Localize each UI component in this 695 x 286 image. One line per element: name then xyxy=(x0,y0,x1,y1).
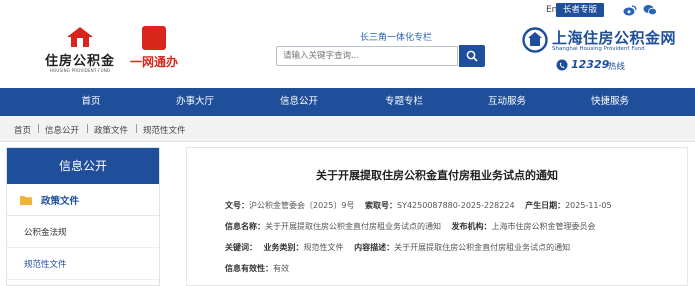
doc-number-label: 文号： xyxy=(225,201,249,210)
breadcrumb-separator: | xyxy=(37,124,40,134)
brand-name: 上海住房公积金网 xyxy=(552,29,677,47)
breadcrumb-separator: | xyxy=(135,124,138,134)
sidebar-title: 信息公开 xyxy=(7,148,159,184)
document-title: 关于开展提取住房公积金直付房租业务试点的通知 xyxy=(316,169,558,182)
sidebar-item-fund-laws[interactable]: 公积金法规 xyxy=(7,216,159,248)
yangtze-delta-link[interactable]: 长三角一体化专栏 xyxy=(360,30,432,43)
hotline-label: 热线 xyxy=(608,62,626,72)
breadcrumb-home[interactable]: 首页 xyxy=(14,124,31,136)
nav-quick-services[interactable]: 快捷服务 xyxy=(570,88,650,116)
generated-date: 2025-11-05 xyxy=(565,201,612,210)
logo-name: 住房公积金 xyxy=(44,54,115,69)
sidebar: 信息公开 政策文件 公积金法规 规范性文件 xyxy=(6,147,160,286)
breadcrumb: 首页 | 信息公开 | 政策文件 | 规范性文件 xyxy=(0,116,695,142)
phone-icon xyxy=(556,59,568,71)
weibo-icon[interactable] xyxy=(623,4,637,16)
info-name: 关于开展提取住房公积金直付房租业务试点的通知 xyxy=(265,222,441,231)
index-number-label: 索取号： xyxy=(365,201,397,210)
business-category: 规范性文件 xyxy=(303,243,344,252)
document-panel: 关于开展提取住房公积金直付房租业务试点的通知 文号：沪公积金管委会〔2025〕9… xyxy=(186,147,688,286)
sidebar-item-label: 规范性文件 xyxy=(24,260,67,270)
breadcrumb-separator: | xyxy=(86,124,89,134)
validity-label: 信息有效性： xyxy=(225,264,273,273)
brand-english-name: Shanghai Housing Provident Fund xyxy=(552,46,645,52)
sidebar-item-normative-docs[interactable]: 规范性文件 xyxy=(7,248,159,280)
nav-interactive-services[interactable]: 互动服务 xyxy=(467,88,547,116)
nav-info-disclosure[interactable]: 信息公开 xyxy=(259,88,339,116)
meta-row-validity: 信息有效性：有效 xyxy=(225,263,289,274)
one-net-logo-name: 一网通办 xyxy=(129,55,178,69)
brand-emblem-icon xyxy=(522,27,548,53)
one-net-logo-icon xyxy=(142,26,166,50)
keywords-label: 关键词： xyxy=(225,243,257,252)
nav-special-topics[interactable]: 专题专栏 xyxy=(364,88,444,116)
logo-subtitle: HOUSING PROVIDENT FUND xyxy=(49,68,111,73)
breadcrumb-policy-docs[interactable]: 政策文件 xyxy=(94,124,128,136)
elder-mode-button[interactable]: 长者专版 xyxy=(556,3,604,17)
sidebar-item-label: 公积金法规 xyxy=(24,228,67,238)
one-net-logo[interactable]: 一网通办 xyxy=(124,26,184,76)
breadcrumb-info-disclosure[interactable]: 信息公开 xyxy=(45,124,79,136)
nav-service-hall[interactable]: 办事大厅 xyxy=(155,88,235,116)
breadcrumb-normative-docs[interactable]: 规范性文件 xyxy=(143,124,186,136)
sidebar-item-policy-docs[interactable]: 政策文件 xyxy=(7,184,159,216)
sidebar-item-label: 政策文件 xyxy=(41,196,80,207)
doc-number: 沪公积金管委会〔2025〕9号 xyxy=(249,201,355,210)
validity: 有效 xyxy=(273,264,289,273)
publisher-label: 发布机构： xyxy=(451,222,492,231)
folder-icon xyxy=(20,196,32,205)
house-logo-icon xyxy=(67,27,93,47)
search-button[interactable] xyxy=(459,45,485,67)
date-label: 产生日期： xyxy=(525,201,566,210)
business-label: 业务类别： xyxy=(263,243,304,252)
hotline-number: 12329 xyxy=(571,58,610,71)
nav-home[interactable]: 首页 xyxy=(51,88,131,116)
shanghai-fund-brand[interactable]: 上海住房公积金网 Shanghai Housing Provident Fund… xyxy=(522,26,692,76)
index-number: SY4250087880-2025-228224 xyxy=(397,201,515,210)
site-header: 住房公积金 HOUSING PROVIDENT FUND 一网通办 长三角一体化… xyxy=(0,0,695,88)
wechat-icon[interactable] xyxy=(643,4,657,16)
info-name-label: 信息名称： xyxy=(225,222,265,231)
meta-row-docno: 文号：沪公积金管委会〔2025〕9号 索取号：SY4250087880-2025… xyxy=(225,200,612,211)
meta-row-info: 信息名称：关于开展提取住房公积金直付房租业务试点的通知 发布机构：上海市住房公积… xyxy=(225,221,596,232)
description: 关于开展提取住房公积金直付房租业务试点的通知 xyxy=(394,243,571,252)
search-input[interactable] xyxy=(276,46,458,66)
provident-fund-logo[interactable]: 住房公积金 HOUSING PROVIDENT FUND xyxy=(40,26,120,76)
search-icon xyxy=(466,50,478,62)
meta-row-keywords: 关键词： 业务类别：规范性文件 内容描述：关于开展提取住房公积金直付房租业务试点… xyxy=(225,242,570,253)
main-nav: 首页 办事大厅 信息公开 专题专栏 互动服务 快捷服务 xyxy=(0,88,695,116)
publisher: 上海市住房公积金管理委员会 xyxy=(491,222,596,231)
description-label: 内容描述： xyxy=(354,243,395,252)
